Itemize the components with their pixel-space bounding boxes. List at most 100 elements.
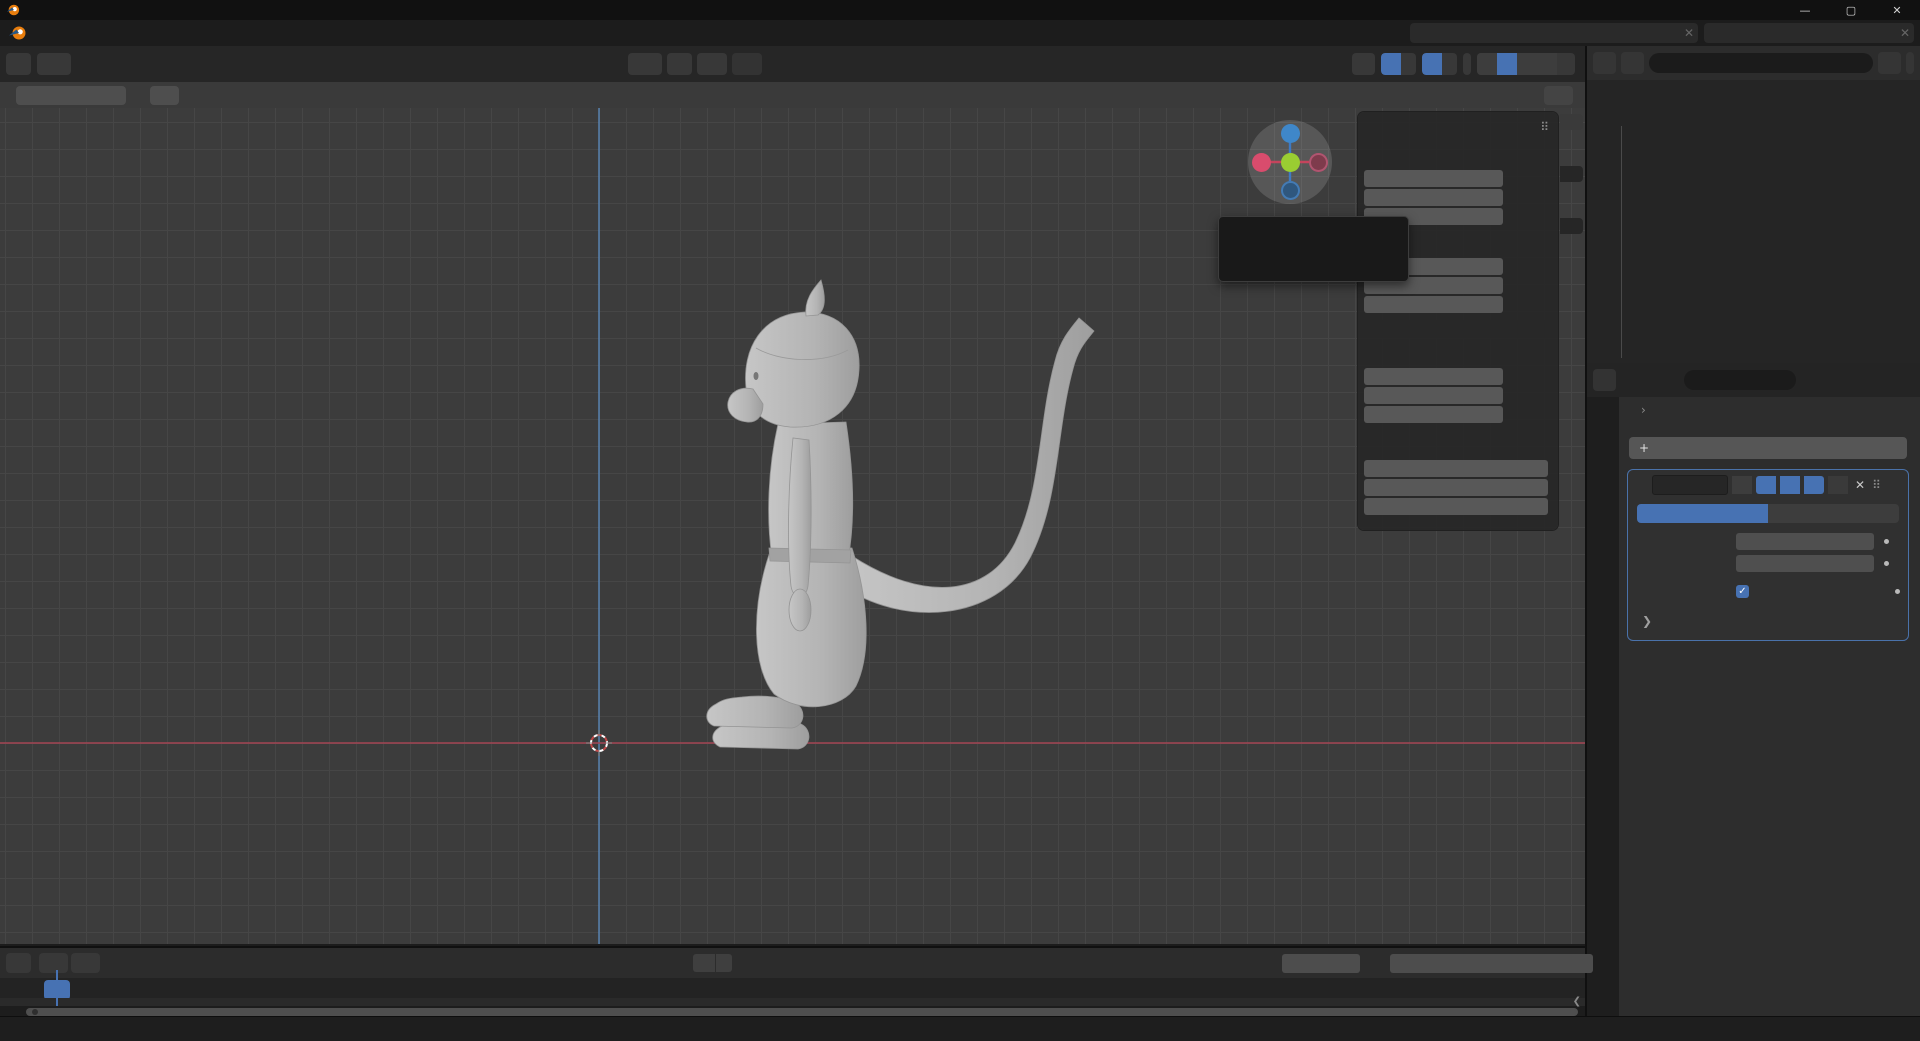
outliner-header bbox=[1587, 46, 1920, 80]
close-button[interactable]: ✕ bbox=[1874, 0, 1920, 20]
remove-viewlayer-icon[interactable]: ✕ bbox=[1896, 23, 1914, 43]
location-y-field[interactable] bbox=[1364, 189, 1503, 206]
new-scene-icon[interactable] bbox=[1672, 23, 1680, 43]
scene-browse-icon[interactable] bbox=[1410, 23, 1428, 43]
orientation-dropdown[interactable] bbox=[628, 53, 662, 75]
render-levels-field[interactable] bbox=[1736, 555, 1874, 572]
modifier-editmode-toggle[interactable] bbox=[1732, 476, 1752, 494]
properties-options-icon[interactable] bbox=[1904, 375, 1914, 385]
levels-viewport-field[interactable] bbox=[1736, 533, 1874, 550]
outliner-filter-button[interactable] bbox=[1878, 52, 1901, 74]
pivot-dropdown[interactable] bbox=[667, 53, 692, 75]
scale-x-field[interactable] bbox=[1364, 368, 1503, 385]
properties-search[interactable] bbox=[1684, 370, 1796, 390]
visibility-dropdown[interactable] bbox=[1352, 53, 1375, 75]
modifier-cage-toggle[interactable] bbox=[1756, 476, 1776, 494]
animate-dot[interactable] bbox=[1884, 539, 1889, 544]
lock-icon[interactable] bbox=[1510, 279, 1524, 293]
dimensions-z-field[interactable] bbox=[1364, 498, 1548, 515]
rotation-mode-dropdown[interactable] bbox=[1364, 320, 1550, 338]
animate-dot[interactable] bbox=[1884, 561, 1889, 566]
properties-editor: › + ✕ ⠿ bbox=[1587, 363, 1920, 1016]
modifier-collapse-icon[interactable] bbox=[1634, 480, 1644, 490]
viewlayer-selector[interactable]: ✕ bbox=[1704, 23, 1914, 43]
mode-dropdown[interactable] bbox=[37, 53, 71, 75]
collapse-arrow-icon[interactable]: ❮ bbox=[1573, 996, 1581, 1007]
modifier-delete-button[interactable]: ✕ bbox=[1852, 478, 1868, 492]
blender-menu-icon[interactable] bbox=[8, 25, 28, 41]
rotation-z-field[interactable] bbox=[1364, 296, 1503, 313]
shading-wireframe-button[interactable] bbox=[1477, 53, 1497, 75]
drag-dropdown[interactable] bbox=[150, 86, 179, 105]
minimize-button[interactable]: — bbox=[1782, 0, 1828, 20]
lock-icon[interactable] bbox=[1510, 210, 1524, 224]
orientation-setting-dropdown[interactable] bbox=[16, 86, 126, 105]
keying-set-dropdown[interactable] bbox=[716, 954, 732, 972]
modifier-realtime-toggle[interactable] bbox=[1780, 476, 1800, 494]
add-modifier-button[interactable]: + bbox=[1629, 437, 1907, 459]
new-viewlayer-icon[interactable] bbox=[1888, 23, 1896, 43]
lock-icon[interactable] bbox=[1510, 172, 1524, 186]
lock-icon[interactable] bbox=[1510, 260, 1524, 274]
tab-tool[interactable] bbox=[1560, 166, 1583, 182]
overlays-toggle[interactable] bbox=[1422, 53, 1457, 75]
lock-icon[interactable] bbox=[1510, 389, 1524, 403]
lock-icon[interactable] bbox=[1510, 298, 1524, 312]
dimensions-y-field[interactable] bbox=[1364, 479, 1548, 496]
shading-dropdown[interactable] bbox=[1557, 57, 1575, 71]
viewlayer-browse-icon[interactable] bbox=[1704, 23, 1722, 43]
gizmo-x-neg-ball[interactable] bbox=[1309, 153, 1328, 172]
end-frame-field[interactable] bbox=[1487, 954, 1593, 973]
unlink-scene-icon[interactable]: ✕ bbox=[1680, 23, 1698, 43]
animate-dot[interactable] bbox=[1895, 589, 1900, 594]
xray-toggle[interactable] bbox=[1463, 53, 1471, 75]
navigation-gizmo[interactable] bbox=[1248, 120, 1332, 204]
lock-icon[interactable] bbox=[1510, 370, 1524, 384]
gizmo-y-ball[interactable] bbox=[1281, 153, 1300, 172]
plus-icon: + bbox=[1639, 441, 1649, 455]
modifier-name-field[interactable] bbox=[1652, 475, 1728, 495]
new-collection-button[interactable] bbox=[1906, 52, 1914, 74]
lock-icon[interactable] bbox=[1510, 408, 1524, 422]
dimensions-x-field[interactable] bbox=[1364, 460, 1548, 477]
tab-view[interactable] bbox=[1560, 218, 1583, 234]
scene-selector[interactable]: ✕ bbox=[1410, 23, 1698, 43]
optimal-display-checkbox[interactable]: ✓ bbox=[1736, 585, 1749, 598]
maximize-button[interactable]: ▢ bbox=[1828, 0, 1874, 20]
breadcrumb: › bbox=[1627, 403, 1660, 417]
properties-editor-type[interactable] bbox=[1593, 369, 1616, 391]
gizmos-toggle[interactable] bbox=[1381, 53, 1416, 75]
gizmo-z-neg-ball[interactable] bbox=[1281, 181, 1300, 200]
gizmo-z-ball[interactable] bbox=[1281, 124, 1300, 143]
tab-item[interactable] bbox=[1560, 114, 1583, 130]
current-frame-field[interactable] bbox=[1282, 954, 1360, 973]
gizmo-x-ball[interactable] bbox=[1252, 153, 1271, 172]
modifier-extras-dropdown[interactable] bbox=[1828, 476, 1848, 494]
scale-z-field[interactable] bbox=[1364, 406, 1503, 423]
simple-button[interactable] bbox=[1768, 504, 1899, 523]
outliner-display-mode[interactable] bbox=[1593, 52, 1616, 74]
shading-rendered-button[interactable] bbox=[1537, 53, 1557, 75]
outliner-search[interactable] bbox=[1649, 53, 1873, 73]
panel-collapse-icon[interactable] bbox=[1368, 120, 1378, 130]
panel-drag-handle[interactable]: ⠿ bbox=[1540, 120, 1550, 134]
options-dropdown[interactable] bbox=[1544, 86, 1573, 105]
outliner-filter-mode[interactable] bbox=[1621, 52, 1644, 74]
scale-y-field[interactable] bbox=[1364, 387, 1503, 404]
shading-material-button[interactable] bbox=[1517, 53, 1537, 75]
catmull-clark-button[interactable] bbox=[1637, 504, 1768, 523]
keying-menu[interactable] bbox=[71, 953, 100, 973]
advanced-expand-icon[interactable]: ❯ bbox=[1642, 614, 1652, 628]
snap-controls[interactable] bbox=[697, 53, 727, 75]
playback-menu[interactable] bbox=[39, 953, 68, 973]
modifier-render-toggle[interactable] bbox=[1804, 476, 1824, 494]
proportional-editing[interactable] bbox=[732, 53, 762, 75]
editor-type-button[interactable] bbox=[6, 53, 31, 75]
pin-icon[interactable] bbox=[1664, 23, 1672, 43]
modifier-drag-handle[interactable]: ⠿ bbox=[1872, 478, 1882, 492]
timeline-editor-type[interactable] bbox=[6, 953, 31, 973]
location-x-field[interactable] bbox=[1364, 170, 1503, 187]
lock-icon[interactable] bbox=[1510, 191, 1524, 205]
auto-keying-button[interactable] bbox=[693, 954, 715, 972]
shading-solid-button[interactable] bbox=[1497, 53, 1517, 75]
